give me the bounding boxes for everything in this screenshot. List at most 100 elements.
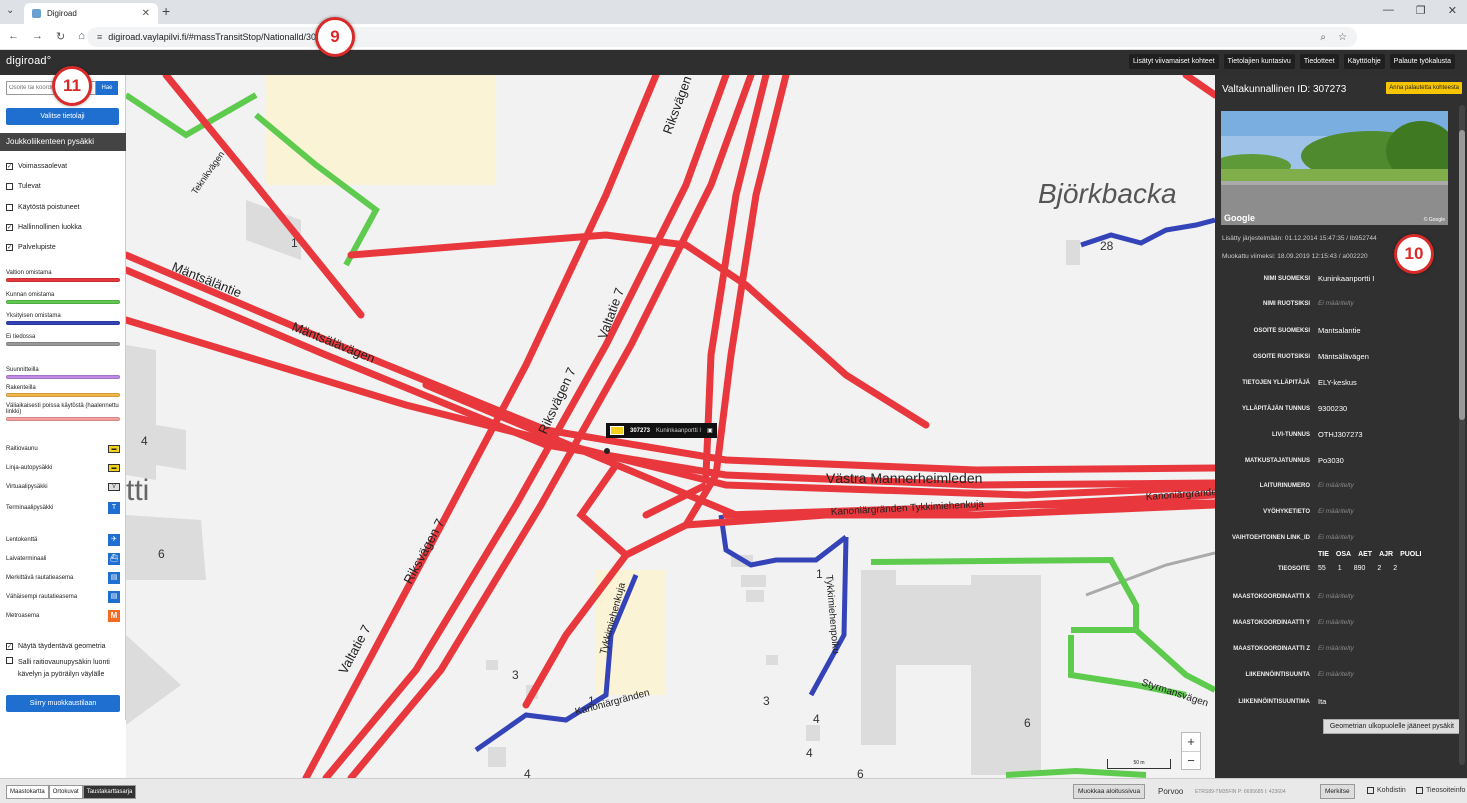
checkbox-expired[interactable]: Käytöstä poistuneet	[6, 204, 80, 211]
field-maintainer-id: YLLÄPITÄJÄN TUNNUS 9300230	[1241, 404, 1348, 413]
close-window-icon[interactable]: ✕	[1448, 4, 1457, 17]
bg-background[interactable]: Taustakarttasarja	[82, 785, 137, 799]
zoom-icon[interactable]: ⌕	[1320, 32, 1326, 43]
legend-planned: Suunnitteilla	[6, 367, 120, 379]
building-number: 3	[512, 668, 519, 682]
building	[486, 660, 498, 670]
area-fill	[266, 75, 496, 185]
address-bar[interactable]: ≡ digiroad.vaylapilvi.fi/#massTransitSto…	[87, 27, 1357, 47]
tab-close-icon[interactable]: ✕	[142, 8, 150, 19]
layer-title: Joukkoliikenteen pysäkki	[0, 133, 126, 151]
road-label-riksvagen7c: Riksvägen 7	[400, 516, 447, 586]
edit-start-page-button[interactable]: Muokkaa aloitussivua	[1073, 784, 1146, 799]
checkbox-allow-tram-stop[interactable]: Salli raitiovaunupysäkin luonti kävelyn …	[6, 657, 122, 681]
feedback-button[interactable]: Anna palautetta kohteesta	[1386, 82, 1462, 94]
edit-mode-button[interactable]: Siirry muokkaustilaan	[6, 695, 120, 712]
nav-municipality-page[interactable]: Tietolajien kuntasivu	[1223, 54, 1295, 69]
legend-airport: Lentokenttä ✈	[6, 534, 120, 546]
building-number: 1	[816, 567, 823, 581]
field-maintainer: TIETOJEN YLLÄPITÄJÄ ELY-keskus	[1242, 378, 1357, 387]
legend-terminal-stop: Terminaalipysäkki T	[6, 502, 120, 514]
select-layer-button[interactable]: Valitse tietolaji	[6, 108, 119, 125]
bottom-bar: Maastokartta Ortokuvat Taustakarttasarja…	[0, 778, 1467, 803]
field-alt-link-id: VAIHTOEHTOINEN LINK_ID Ei määritelty	[1231, 534, 1354, 541]
search-button[interactable]: Hae	[96, 81, 118, 95]
nav-linear-features[interactable]: Lisätyt viivamaiset kohteet	[1128, 54, 1219, 69]
roadinfo-checkbox[interactable]	[1416, 787, 1423, 794]
building	[971, 575, 1041, 775]
home-icon[interactable]: ⌂	[78, 30, 85, 43]
bg-ortho[interactable]: Ortokuvat	[48, 785, 83, 799]
app-header: digiroad° Lisätyt viivamaiset kohteet Ti…	[0, 50, 1467, 75]
back-icon[interactable]: ←	[8, 30, 19, 43]
target-toggle[interactable]: Kohdistin	[1367, 787, 1406, 794]
browser-tab[interactable]: Digiroad ✕	[24, 3, 158, 24]
field-platform: LAITURINUMERO Ei määritelty	[1259, 482, 1354, 489]
url-text[interactable]: digiroad.vaylapilvi.fi/#massTransitStop/…	[108, 32, 336, 42]
nav-announcements[interactable]: Tiedotteet	[1299, 54, 1339, 69]
panel-scroll-thumb[interactable]	[1459, 130, 1465, 420]
building-number: 1	[588, 694, 595, 708]
nav-user-guide[interactable]: Käyttöohje	[1343, 54, 1385, 69]
target-checkbox[interactable]	[1367, 787, 1374, 794]
legend-private: Yksityisen omistama	[6, 313, 120, 325]
tab-search-icon[interactable]: ⌄	[6, 5, 14, 16]
legend-temp-closed: Väliaikaisesti poissa käytöstä (haalenne…	[6, 403, 120, 421]
popup-link-icon[interactable]: ▣	[707, 427, 713, 434]
zoom-out-button[interactable]: −	[1182, 751, 1200, 769]
restore-icon[interactable]: ❐	[1416, 4, 1426, 17]
metro-icon: M	[108, 610, 120, 622]
checkbox-supplementary-geometry[interactable]: ✓ Näytä täydentävä geometria	[6, 643, 106, 650]
nav-buttons: ← → ↻ ⌂	[8, 30, 85, 43]
virtual-stop-icon: V	[108, 483, 120, 491]
building-number: 4	[806, 746, 813, 760]
forward-icon[interactable]: →	[32, 30, 43, 43]
building	[126, 635, 181, 725]
field-road-address: TIEOSOITE 55 1 890 2 2	[1277, 565, 1398, 572]
airport-icon: ✈	[108, 534, 120, 546]
road-state	[576, 461, 630, 559]
bus-stop-icon	[610, 426, 624, 435]
new-tab-icon[interactable]: +	[162, 3, 170, 19]
legend-municipal: Kunnan omistama	[6, 292, 120, 304]
checkbox-future[interactable]: Tulevat	[6, 183, 41, 190]
digiroad-logo[interactable]: digiroad°	[6, 55, 51, 67]
roadinfo-toggle[interactable]: Tieosoiteinfo	[1416, 787, 1465, 794]
building	[488, 747, 506, 767]
bg-terrain[interactable]: Maastokartta	[6, 785, 49, 799]
building	[806, 725, 820, 741]
legend-unknown: Ei tiedossa	[6, 334, 120, 346]
field-bearing: LIIKENNÖINTISUUNTIMA Ita	[1238, 697, 1327, 706]
road-municipal	[1005, 767, 1147, 778]
minimize-icon[interactable]: —	[1383, 4, 1394, 17]
checkbox-valid[interactable]: ✓ Voimassaolevat	[6, 163, 67, 170]
checkbox-admin-class[interactable]: ✓ Hallinnollinen luokka	[6, 224, 82, 231]
mark-button[interactable]: Merkitse	[1320, 784, 1355, 799]
building	[1066, 240, 1080, 265]
annotation-badge-11: 11	[52, 66, 92, 106]
building	[126, 515, 206, 580]
reload-icon[interactable]: ↻	[56, 30, 65, 43]
street-view-image[interactable]: Google © Google	[1221, 111, 1448, 225]
outside-geometry-button[interactable]: Geometrian ulkopuolelle jääneet pysäkit	[1322, 719, 1461, 734]
url-actions: ⌕ ☆	[1320, 32, 1357, 43]
building	[746, 590, 764, 602]
annotation-badge-9: 9	[315, 17, 355, 57]
road-label-riksvagen7a: Riksvägen 7	[660, 75, 699, 136]
stop-popup[interactable]: 307273 Kuninkaanportti I ▣	[606, 423, 717, 438]
map-view[interactable]: Björkbacka Mäntsäläntie Mäntsälävägen Ri…	[126, 75, 1215, 778]
field-passenger-id: MATKUSTAJATUNNUS Po3030	[1245, 456, 1344, 465]
nav-feedback[interactable]: Palaute työkalusta	[1389, 54, 1455, 69]
site-info-icon[interactable]: ≡	[97, 32, 102, 42]
legend-metro: Metroasema M	[6, 610, 120, 622]
building	[766, 655, 778, 665]
bookmark-star-icon[interactable]: ☆	[1338, 32, 1347, 43]
legend-virtual-stop: Virtuaalipysäkki V	[6, 483, 120, 491]
road-label-tykkimiehenpolku: Tykkimiehenpolku	[823, 574, 841, 654]
added-info: Lisätty järjestelmään: 01.12.2014 15:47:…	[1222, 235, 1377, 242]
municipality-label: Porvoo	[1158, 787, 1184, 796]
field-address-fi: OSOITE SUOMEKSI Mantsalantie	[1253, 326, 1361, 335]
zoom-in-button[interactable]: +	[1182, 733, 1200, 751]
checkbox-service-point[interactable]: ✓ Palvelupiste	[6, 244, 56, 251]
legend-train-major: Merkittävä rautatieasema ▤	[6, 572, 120, 584]
